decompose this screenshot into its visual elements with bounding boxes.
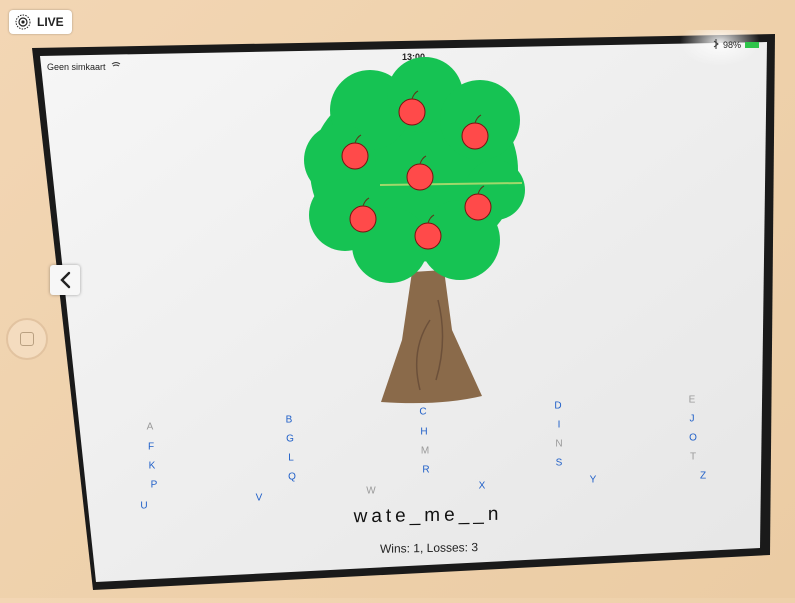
back-button[interactable] [50,265,80,295]
letter-button[interactable]: O [689,433,697,444]
letter-button[interactable]: V [256,493,263,504]
letter-button[interactable]: W [366,486,375,497]
carrier-label: Geen simkaart [47,62,106,72]
letter-button[interactable]: F [148,442,154,453]
home-square-icon [20,332,34,346]
letter-button[interactable]: U [140,501,147,512]
letter-button[interactable]: P [151,480,158,491]
letter-button[interactable]: D [554,401,561,412]
letter-button[interactable]: R [422,465,429,476]
letter-button[interactable]: T [690,452,696,463]
letter-button[interactable]: H [420,427,427,438]
letter-button[interactable]: J [690,414,695,425]
letter-button[interactable]: C [419,407,426,418]
battery-icon [745,42,759,48]
score-label: Wins: 1, Losses: 3 [379,540,479,556]
home-button[interactable] [6,318,48,360]
letter-button[interactable]: B [286,415,293,426]
letter-button[interactable]: Y [590,475,597,486]
live-photo-badge[interactable]: LIVE [9,10,72,34]
letter-button[interactable]: L [288,453,294,464]
live-photo-icon [15,14,31,30]
letter-button[interactable]: M [421,446,429,457]
letter-button[interactable]: I [558,420,561,431]
chevron-left-icon [60,271,71,289]
masked-word: wate_me__n [353,503,503,528]
letter-button[interactable]: K [149,461,156,472]
letter-button[interactable]: G [286,434,294,445]
battery-percent: 98% [723,40,741,50]
letter-button[interactable]: Z [700,471,706,482]
letter-button[interactable]: S [556,458,563,469]
letter-button[interactable]: E [689,395,696,406]
live-label: LIVE [37,15,64,29]
letter-button[interactable]: Q [288,472,296,483]
letter-button[interactable]: N [555,439,562,450]
letter-button[interactable]: X [479,481,486,492]
letter-button[interactable]: A [147,422,154,433]
